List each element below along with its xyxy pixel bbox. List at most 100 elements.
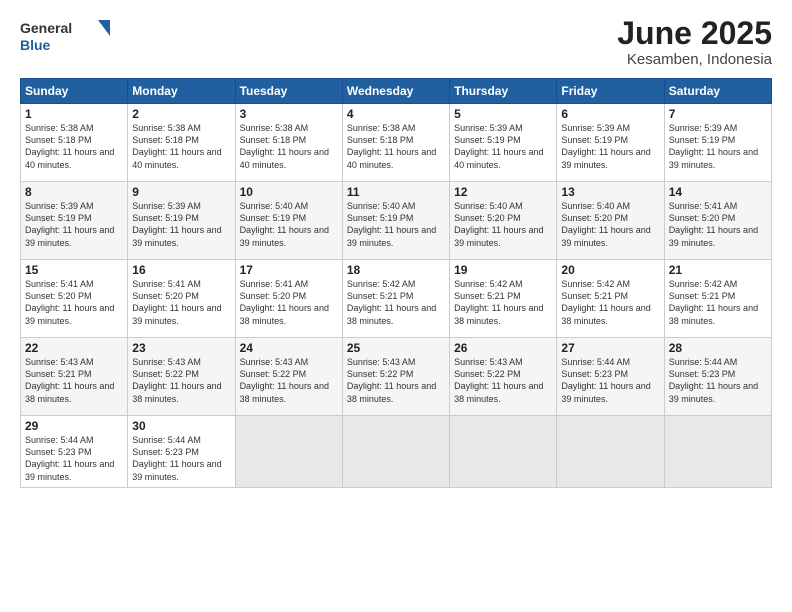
- col-sunday: Sunday: [21, 79, 128, 104]
- day-number: 9: [132, 185, 230, 199]
- day-info: Sunrise: 5:39 AM Sunset: 5:19 PM Dayligh…: [25, 200, 123, 249]
- header: General Blue June 2025 Kesamben, Indones…: [20, 16, 772, 68]
- table-row: 28Sunrise: 5:44 AM Sunset: 5:23 PM Dayli…: [664, 338, 771, 416]
- day-number: 5: [454, 107, 552, 121]
- day-info: Sunrise: 5:39 AM Sunset: 5:19 PM Dayligh…: [561, 122, 659, 171]
- day-info: Sunrise: 5:43 AM Sunset: 5:22 PM Dayligh…: [347, 356, 445, 405]
- table-row: [664, 416, 771, 488]
- day-number: 11: [347, 185, 445, 199]
- day-number: 16: [132, 263, 230, 277]
- day-number: 23: [132, 341, 230, 355]
- day-number: 27: [561, 341, 659, 355]
- day-info: Sunrise: 5:42 AM Sunset: 5:21 PM Dayligh…: [347, 278, 445, 327]
- table-row: [450, 416, 557, 488]
- table-row: 8Sunrise: 5:39 AM Sunset: 5:19 PM Daylig…: [21, 182, 128, 260]
- day-info: Sunrise: 5:40 AM Sunset: 5:19 PM Dayligh…: [347, 200, 445, 249]
- day-number: 15: [25, 263, 123, 277]
- day-number: 22: [25, 341, 123, 355]
- day-info: Sunrise: 5:38 AM Sunset: 5:18 PM Dayligh…: [132, 122, 230, 171]
- day-number: 21: [669, 263, 767, 277]
- table-row: 10Sunrise: 5:40 AM Sunset: 5:19 PM Dayli…: [235, 182, 342, 260]
- day-info: Sunrise: 5:44 AM Sunset: 5:23 PM Dayligh…: [561, 356, 659, 405]
- table-row: 25Sunrise: 5:43 AM Sunset: 5:22 PM Dayli…: [342, 338, 449, 416]
- day-info: Sunrise: 5:41 AM Sunset: 5:20 PM Dayligh…: [25, 278, 123, 327]
- page-title: June 2025: [617, 16, 772, 51]
- day-number: 20: [561, 263, 659, 277]
- table-row: 16Sunrise: 5:41 AM Sunset: 5:20 PM Dayli…: [128, 260, 235, 338]
- day-number: 4: [347, 107, 445, 121]
- day-number: 8: [25, 185, 123, 199]
- table-row: 2Sunrise: 5:38 AM Sunset: 5:18 PM Daylig…: [128, 104, 235, 182]
- table-row: 11Sunrise: 5:40 AM Sunset: 5:19 PM Dayli…: [342, 182, 449, 260]
- day-number: 12: [454, 185, 552, 199]
- table-row: 29Sunrise: 5:44 AM Sunset: 5:23 PM Dayli…: [21, 416, 128, 488]
- day-number: 30: [132, 419, 230, 433]
- table-row: 24Sunrise: 5:43 AM Sunset: 5:22 PM Dayli…: [235, 338, 342, 416]
- page-subtitle: Kesamben, Indonesia: [617, 51, 772, 68]
- day-info: Sunrise: 5:43 AM Sunset: 5:22 PM Dayligh…: [132, 356, 230, 405]
- day-info: Sunrise: 5:42 AM Sunset: 5:21 PM Dayligh…: [561, 278, 659, 327]
- table-row: 1Sunrise: 5:38 AM Sunset: 5:18 PM Daylig…: [21, 104, 128, 182]
- day-number: 18: [347, 263, 445, 277]
- table-row: 20Sunrise: 5:42 AM Sunset: 5:21 PM Dayli…: [557, 260, 664, 338]
- col-wednesday: Wednesday: [342, 79, 449, 104]
- table-row: 18Sunrise: 5:42 AM Sunset: 5:21 PM Dayli…: [342, 260, 449, 338]
- day-info: Sunrise: 5:39 AM Sunset: 5:19 PM Dayligh…: [132, 200, 230, 249]
- col-thursday: Thursday: [450, 79, 557, 104]
- col-monday: Monday: [128, 79, 235, 104]
- day-info: Sunrise: 5:44 AM Sunset: 5:23 PM Dayligh…: [25, 434, 123, 483]
- table-row: 23Sunrise: 5:43 AM Sunset: 5:22 PM Dayli…: [128, 338, 235, 416]
- table-row: 27Sunrise: 5:44 AM Sunset: 5:23 PM Dayli…: [557, 338, 664, 416]
- day-info: Sunrise: 5:39 AM Sunset: 5:19 PM Dayligh…: [454, 122, 552, 171]
- day-number: 13: [561, 185, 659, 199]
- table-row: 21Sunrise: 5:42 AM Sunset: 5:21 PM Dayli…: [664, 260, 771, 338]
- title-block: June 2025 Kesamben, Indonesia: [617, 16, 772, 68]
- day-number: 10: [240, 185, 338, 199]
- logo: General Blue: [20, 16, 110, 54]
- day-info: Sunrise: 5:40 AM Sunset: 5:19 PM Dayligh…: [240, 200, 338, 249]
- day-info: Sunrise: 5:38 AM Sunset: 5:18 PM Dayligh…: [25, 122, 123, 171]
- day-info: Sunrise: 5:39 AM Sunset: 5:19 PM Dayligh…: [669, 122, 767, 171]
- table-row: 6Sunrise: 5:39 AM Sunset: 5:19 PM Daylig…: [557, 104, 664, 182]
- col-tuesday: Tuesday: [235, 79, 342, 104]
- day-info: Sunrise: 5:42 AM Sunset: 5:21 PM Dayligh…: [454, 278, 552, 327]
- day-number: 14: [669, 185, 767, 199]
- day-number: 17: [240, 263, 338, 277]
- calendar-table: Sunday Monday Tuesday Wednesday Thursday…: [20, 78, 772, 488]
- day-info: Sunrise: 5:42 AM Sunset: 5:21 PM Dayligh…: [669, 278, 767, 327]
- table-row: 4Sunrise: 5:38 AM Sunset: 5:18 PM Daylig…: [342, 104, 449, 182]
- day-number: 19: [454, 263, 552, 277]
- table-row: 13Sunrise: 5:40 AM Sunset: 5:20 PM Dayli…: [557, 182, 664, 260]
- table-row: 15Sunrise: 5:41 AM Sunset: 5:20 PM Dayli…: [21, 260, 128, 338]
- day-info: Sunrise: 5:44 AM Sunset: 5:23 PM Dayligh…: [669, 356, 767, 405]
- day-number: 26: [454, 341, 552, 355]
- day-number: 29: [25, 419, 123, 433]
- svg-text:Blue: Blue: [20, 37, 51, 53]
- day-info: Sunrise: 5:38 AM Sunset: 5:18 PM Dayligh…: [240, 122, 338, 171]
- col-saturday: Saturday: [664, 79, 771, 104]
- day-info: Sunrise: 5:38 AM Sunset: 5:18 PM Dayligh…: [347, 122, 445, 171]
- generalblue-logo-icon: General Blue: [20, 16, 110, 54]
- table-row: 19Sunrise: 5:42 AM Sunset: 5:21 PM Dayli…: [450, 260, 557, 338]
- page: General Blue June 2025 Kesamben, Indones…: [0, 0, 792, 612]
- calendar-header-row: Sunday Monday Tuesday Wednesday Thursday…: [21, 79, 772, 104]
- table-row: 17Sunrise: 5:41 AM Sunset: 5:20 PM Dayli…: [235, 260, 342, 338]
- day-number: 7: [669, 107, 767, 121]
- day-info: Sunrise: 5:41 AM Sunset: 5:20 PM Dayligh…: [669, 200, 767, 249]
- table-row: 30Sunrise: 5:44 AM Sunset: 5:23 PM Dayli…: [128, 416, 235, 488]
- day-number: 24: [240, 341, 338, 355]
- day-info: Sunrise: 5:44 AM Sunset: 5:23 PM Dayligh…: [132, 434, 230, 483]
- day-number: 28: [669, 341, 767, 355]
- day-info: Sunrise: 5:41 AM Sunset: 5:20 PM Dayligh…: [132, 278, 230, 327]
- day-number: 3: [240, 107, 338, 121]
- table-row: [557, 416, 664, 488]
- table-row: 12Sunrise: 5:40 AM Sunset: 5:20 PM Dayli…: [450, 182, 557, 260]
- day-number: 1: [25, 107, 123, 121]
- table-row: [342, 416, 449, 488]
- day-info: Sunrise: 5:43 AM Sunset: 5:22 PM Dayligh…: [454, 356, 552, 405]
- table-row: 7Sunrise: 5:39 AM Sunset: 5:19 PM Daylig…: [664, 104, 771, 182]
- table-row: [235, 416, 342, 488]
- table-row: 3Sunrise: 5:38 AM Sunset: 5:18 PM Daylig…: [235, 104, 342, 182]
- col-friday: Friday: [557, 79, 664, 104]
- table-row: 22Sunrise: 5:43 AM Sunset: 5:21 PM Dayli…: [21, 338, 128, 416]
